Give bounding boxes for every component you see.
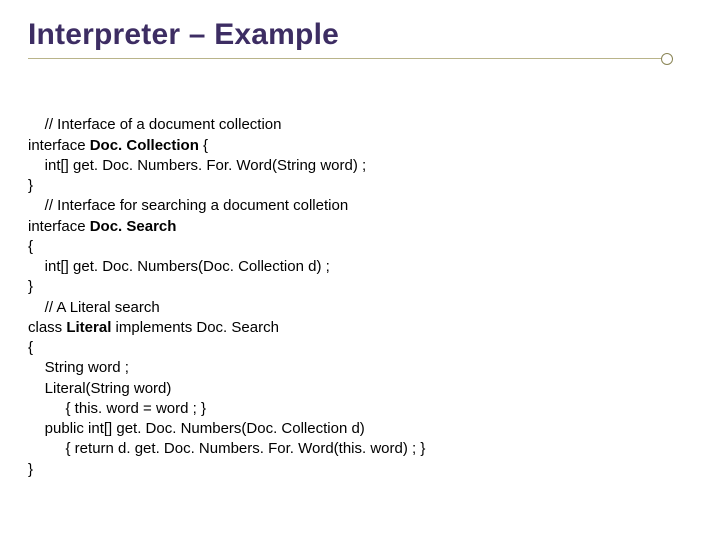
code-line: interface Doc. Collection { <box>28 137 208 154</box>
code-line: Literal(String word) <box>28 380 171 397</box>
code-line: } <box>28 278 33 295</box>
code-line: int[] get. Doc. Numbers. For. Word(Strin… <box>28 157 366 174</box>
code-line: } <box>28 177 33 194</box>
underline-dot-icon <box>661 53 673 65</box>
code-line: int[] get. Doc. Numbers(Doc. Collection … <box>28 258 330 275</box>
code-line: class Literal implements Doc. Search <box>28 319 279 336</box>
code-line: // Interface of a document collection <box>28 116 281 133</box>
slide-title: Interpreter – Example <box>28 18 692 52</box>
code-line: { <box>28 238 33 255</box>
code-line: } <box>28 461 33 478</box>
code-line: { this. word = word ; } <box>28 400 206 417</box>
code-line: { return d. get. Doc. Numbers. For. Word… <box>28 440 425 457</box>
slide: Interpreter – Example // Interface of a … <box>0 0 720 540</box>
title-underline <box>28 58 668 59</box>
code-line: // Interface for searching a document co… <box>28 197 348 214</box>
code-block: // Interface of a document collection in… <box>28 95 692 500</box>
code-line: String word ; <box>28 359 129 376</box>
code-line: interface Doc. Search <box>28 218 176 235</box>
code-line: { <box>28 339 33 356</box>
code-line: public int[] get. Doc. Numbers(Doc. Coll… <box>28 420 365 437</box>
code-line: // A Literal search <box>28 299 160 316</box>
